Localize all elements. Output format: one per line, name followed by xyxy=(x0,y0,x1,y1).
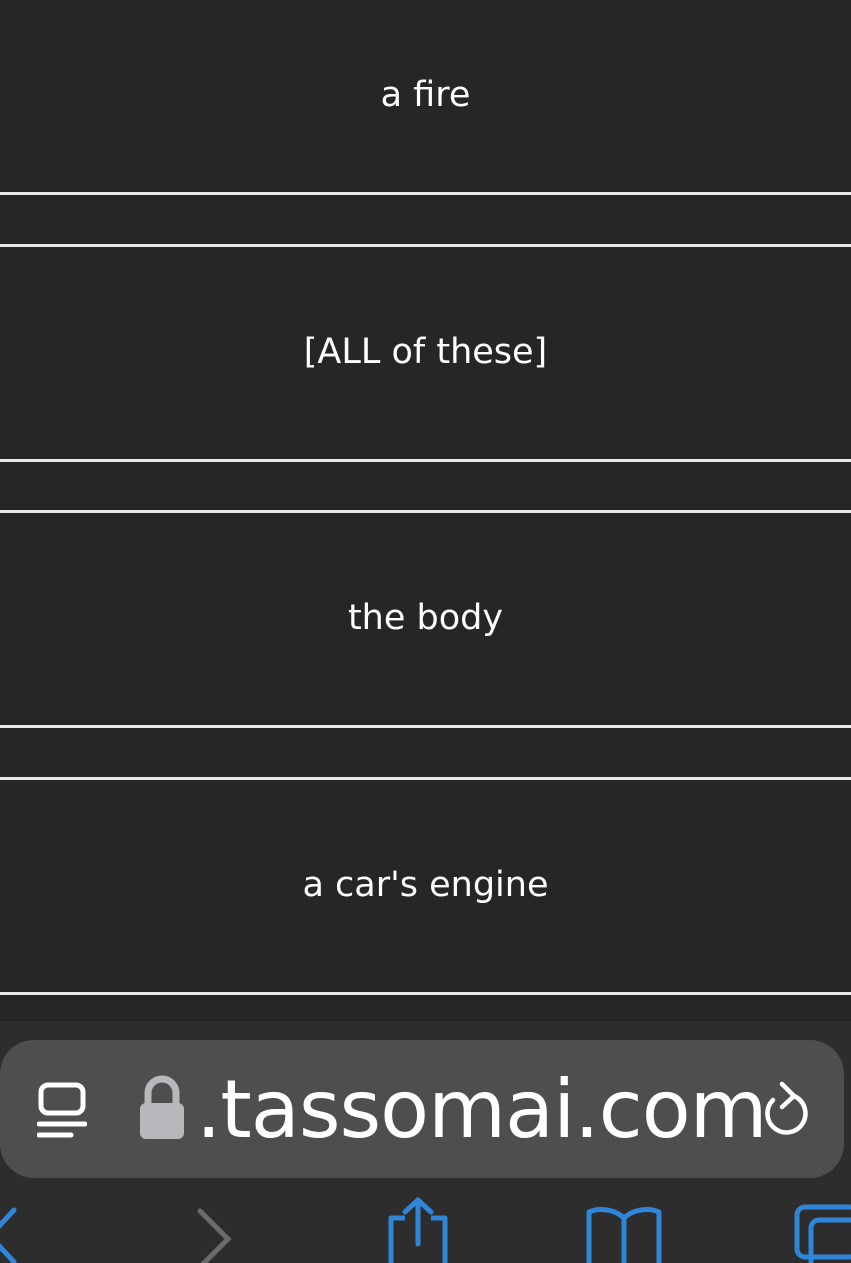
answer-label: the body xyxy=(347,598,504,638)
answer-option-2[interactable]: [ALL of these] xyxy=(0,244,851,462)
lock-icon xyxy=(140,1075,184,1139)
answer-option-3[interactable]: the body xyxy=(0,510,851,728)
url-text: .tassomai.com xyxy=(196,1063,768,1156)
forward-chevron-icon[interactable] xyxy=(195,1206,235,1263)
bookmarks-icon[interactable] xyxy=(583,1204,665,1263)
answer-label: a fire xyxy=(380,75,471,115)
answer-label: [ALL of these] xyxy=(303,332,548,372)
answer-label: a car's engine xyxy=(302,865,549,905)
reload-icon[interactable] xyxy=(760,1080,812,1138)
answer-option-4[interactable]: a car's engine xyxy=(0,777,851,995)
answer-option-1[interactable]: a fire xyxy=(0,0,851,195)
answer-list: a fire [ALL of these] the body a car's e… xyxy=(0,0,851,1020)
back-chevron-icon[interactable] xyxy=(0,1206,20,1263)
tabs-icon[interactable] xyxy=(791,1202,851,1263)
reader-mode-icon[interactable] xyxy=(37,1080,87,1140)
share-icon[interactable] xyxy=(385,1196,451,1263)
